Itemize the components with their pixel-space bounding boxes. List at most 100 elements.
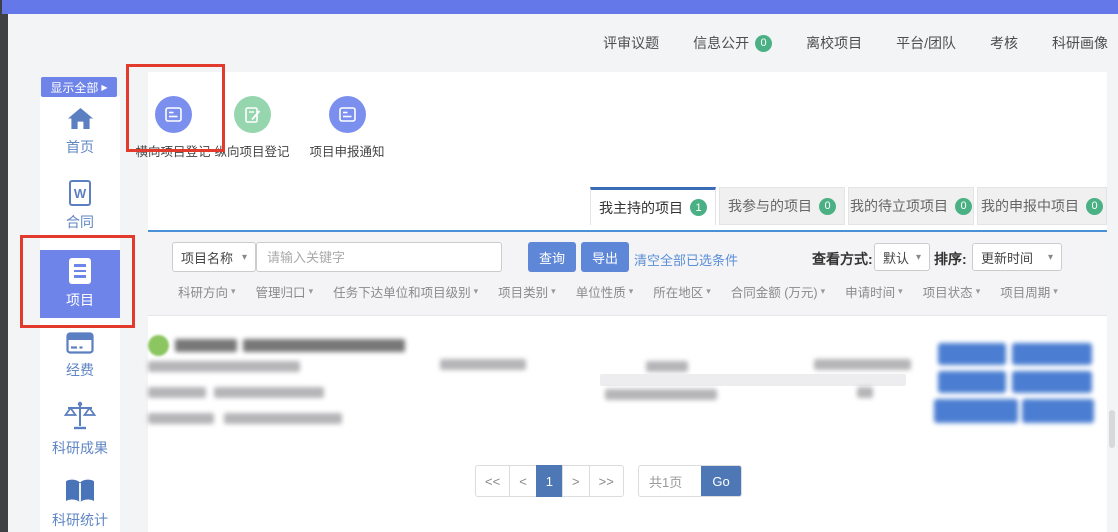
pagination: << < 1 > >> — [475, 465, 624, 497]
pagination-prev-button[interactable]: < — [509, 465, 537, 497]
info-disclosure-count-badge: 0 — [755, 35, 772, 52]
redacted-action-button[interactable] — [1022, 399, 1094, 423]
quick-action-project-application-notice[interactable]: 项目申报通知 — [299, 96, 395, 160]
redacted-text — [646, 361, 688, 372]
clear-all-filters-link[interactable]: 清空全部已选条件 — [634, 250, 738, 269]
nav-assessment[interactable]: 考核 — [990, 33, 1018, 53]
redacted-text — [440, 359, 526, 370]
document-icon — [69, 258, 91, 284]
nav-leaving-projects[interactable]: 离校项目 — [806, 33, 862, 53]
tab-count-badge: 1 — [690, 199, 707, 216]
filter-unit-nature[interactable]: 单位性质▾ — [576, 282, 634, 301]
project-status-avatar — [148, 335, 169, 356]
sidebar-item-project[interactable]: 项目 — [40, 250, 120, 318]
nav-review-topics[interactable]: 评审议题 — [603, 33, 659, 53]
nav-info-disclosure[interactable]: 信息公开 0 — [693, 33, 772, 53]
top-blue-bar — [2, 0, 1118, 14]
pagination-first-button[interactable]: << — [475, 465, 510, 497]
redacted-project-title — [243, 339, 405, 352]
redacted-action-button[interactable] — [1012, 371, 1092, 393]
redacted-highlight — [600, 374, 906, 386]
redacted-text — [224, 413, 342, 424]
home-icon — [67, 106, 94, 131]
tab-count-badge: 0 — [1086, 198, 1103, 215]
tab-my-joined-projects[interactable]: 我参与的项目 0 — [719, 187, 845, 225]
pagination-next-button[interactable]: > — [562, 465, 590, 497]
sort-label: 排序: — [934, 249, 967, 269]
redacted-text — [148, 413, 214, 424]
redacted-project-title — [175, 339, 237, 352]
sidebar-item-home[interactable]: 首页 — [40, 106, 120, 157]
filter-dropdown-row: 科研方向▾ 管理归口▾ 任务下达单位和项目级别▾ 项目类别▾ 单位性质▾ 所在地… — [178, 282, 1058, 301]
scrollbar-thumb[interactable] — [1109, 410, 1115, 448]
filter-research-direction[interactable]: 科研方向▾ — [178, 282, 236, 301]
redacted-action-button[interactable] — [1012, 343, 1092, 365]
word-doc-icon: W — [69, 180, 91, 206]
search-field-selector[interactable]: 项目名称 ▾ — [172, 242, 256, 272]
view-mode-select[interactable]: 默认 ▾ — [874, 243, 930, 271]
caret-down-icon: ▾ — [309, 286, 314, 297]
caret-down-icon: ▾ — [976, 286, 981, 297]
book-icon — [64, 478, 96, 504]
sidebar-item-research-stats[interactable]: 科研统计 — [40, 478, 120, 530]
filter-contract-amount[interactable]: 合同金额 (万元)▾ — [731, 282, 825, 301]
show-all-button[interactable]: 显示全部 ▶ — [41, 77, 117, 97]
window-left-strip — [0, 0, 8, 532]
query-button[interactable]: 查询 — [528, 242, 576, 272]
export-button[interactable]: 导出 — [581, 242, 629, 272]
doc-edit-icon — [234, 96, 271, 133]
sidebar-item-research-results[interactable]: 科研成果 — [40, 400, 120, 458]
filter-project-status[interactable]: 项目状态▾ — [923, 282, 981, 301]
caret-down-icon: ▾ — [1053, 286, 1058, 297]
redacted-date-text — [605, 389, 717, 400]
filter-management-channel[interactable]: 管理归口▾ — [256, 282, 314, 301]
pagination-total-label: 共1页 — [639, 466, 701, 496]
caret-down-icon: ▾ — [898, 286, 903, 297]
caret-down-icon: ▾ — [474, 286, 479, 297]
redacted-action-button[interactable] — [938, 371, 1006, 393]
nav-platform-team[interactable]: 平台/团队 — [896, 33, 956, 53]
pagination-go-button[interactable]: Go — [701, 466, 741, 496]
tab-my-pending-approval-projects[interactable]: 我的待立项项目 0 — [848, 187, 974, 225]
view-mode-label: 查看方式: — [812, 249, 873, 269]
pagination-page-1-button[interactable]: 1 — [536, 465, 563, 497]
quick-action-vertical-project-register[interactable]: 纵向项目登记 — [204, 96, 300, 160]
redacted-text — [148, 387, 206, 398]
redacted-text — [148, 361, 300, 372]
filter-apply-time[interactable]: 申请时间▾ — [845, 282, 903, 301]
caret-down-icon: ▾ — [231, 286, 236, 297]
tab-my-hosted-projects[interactable]: 我主持的项目 1 — [590, 187, 716, 225]
folder-form-icon — [329, 96, 366, 133]
filter-project-category[interactable]: 项目类别▾ — [498, 282, 556, 301]
filter-project-period[interactable]: 项目周期▾ — [1000, 282, 1058, 301]
sidebar-item-funds[interactable]: 经费 — [40, 332, 120, 380]
bank-card-icon — [66, 332, 94, 354]
redacted-action-button[interactable] — [938, 343, 1006, 365]
redacted-text — [214, 387, 324, 398]
redacted-text — [857, 387, 873, 398]
caret-down-icon: ▾ — [242, 252, 247, 263]
filter-region[interactable]: 所在地区▾ — [653, 282, 711, 301]
tab-count-badge: 0 — [955, 198, 972, 215]
sort-select[interactable]: 更新时间 ▾ — [972, 243, 1062, 271]
top-navigation: 评审议题 信息公开 0 离校项目 平台/团队 考核 科研画像 — [603, 28, 1108, 58]
pagination-total-group: 共1页 Go — [638, 465, 742, 497]
tab-count-badge: 0 — [819, 198, 836, 215]
nav-research-profile[interactable]: 科研画像 — [1052, 33, 1108, 53]
filter-task-unit-and-level[interactable]: 任务下达单位和项目级别▾ — [333, 282, 478, 301]
folder-form-icon — [155, 96, 192, 133]
redacted-action-button[interactable] — [934, 399, 1018, 423]
pagination-last-button[interactable]: >> — [589, 465, 624, 497]
caret-down-icon: ▾ — [916, 252, 921, 263]
caret-down-icon: ▾ — [1048, 252, 1053, 263]
redacted-text — [814, 359, 911, 370]
sidebar-item-contract[interactable]: W 合同 — [40, 180, 120, 232]
caret-down-icon: ▾ — [551, 286, 556, 297]
arrow-right-icon: ▶ — [101, 83, 107, 92]
caret-down-icon: ▾ — [821, 286, 826, 297]
keyword-search-input[interactable] — [256, 242, 502, 272]
scales-icon — [64, 400, 96, 432]
caret-down-icon: ▾ — [629, 286, 634, 297]
tab-my-applying-projects[interactable]: 我的申报中项目 0 — [977, 187, 1107, 225]
caret-down-icon: ▾ — [706, 286, 711, 297]
